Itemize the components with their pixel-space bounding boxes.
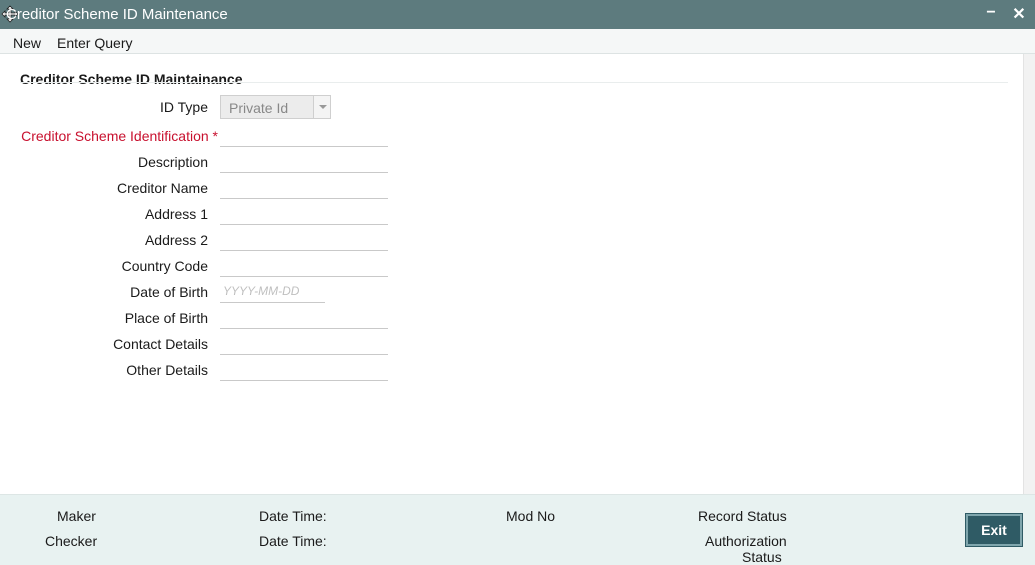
id-type-select[interactable]: Private Id (220, 95, 331, 119)
place-of-birth-input[interactable] (220, 305, 388, 329)
minimize-icon[interactable]: − (982, 4, 1000, 24)
other-details-label: Other Details (126, 362, 208, 378)
chevron-down-icon[interactable] (313, 96, 330, 118)
audit-footer (0, 494, 1035, 565)
address1-input[interactable] (220, 201, 388, 225)
menu-bar: New Enter Query (0, 29, 1035, 54)
creditor-name-label: Creditor Name (116, 180, 208, 196)
address1-label: Address 1 (144, 206, 208, 222)
country-code-input[interactable] (220, 253, 388, 277)
description-input[interactable] (220, 149, 388, 173)
vertical-scrollbar[interactable] (1023, 54, 1035, 494)
contact-details-label: Contact Details (113, 336, 208, 352)
date-of-birth-input[interactable] (220, 279, 325, 303)
exit-button[interactable]: Exit (966, 514, 1022, 546)
creditor-name-input[interactable] (220, 175, 388, 199)
country-code-label: Country Code (121, 258, 208, 274)
close-icon[interactable]: ✕ (1010, 4, 1028, 24)
maker-date-time-label: Date Time: (259, 508, 327, 524)
address2-input[interactable] (220, 227, 388, 251)
section-divider (20, 82, 1008, 83)
checker-label: Checker (45, 533, 98, 549)
section-title: Creditor Scheme ID Maintainance (20, 71, 243, 87)
mod-no-label: Mod No (506, 508, 556, 524)
authorization-status-label-line1: Authorization (705, 533, 787, 549)
checker-date-time-label: Date Time: (259, 533, 327, 549)
authorization-status-label-line2: Status (742, 549, 782, 565)
maker-label: Maker (57, 508, 96, 524)
creditor-scheme-identification-label: Creditor Scheme Identification * (21, 128, 218, 144)
place-of-birth-label: Place of Birth (124, 310, 208, 326)
record-status-label: Record Status (698, 508, 787, 524)
address2-label: Address 2 (144, 232, 208, 248)
window-title-bar: Creditor Scheme ID Maintenance − ✕ (0, 0, 1035, 29)
required-mark: * (212, 128, 218, 144)
creditor-scheme-identification-input[interactable] (220, 123, 388, 147)
description-label: Description (137, 154, 208, 170)
id-type-label: ID Type (160, 99, 208, 115)
id-type-selected-value: Private Id (229, 100, 289, 116)
date-of-birth-label: Date of Birth (130, 284, 208, 300)
other-details-input[interactable] (220, 357, 388, 381)
menu-enter-query[interactable]: Enter Query (57, 35, 132, 51)
window-title: Creditor Scheme ID Maintenance (6, 6, 228, 23)
contact-details-input[interactable] (220, 331, 388, 355)
menu-new[interactable]: New (13, 35, 41, 51)
